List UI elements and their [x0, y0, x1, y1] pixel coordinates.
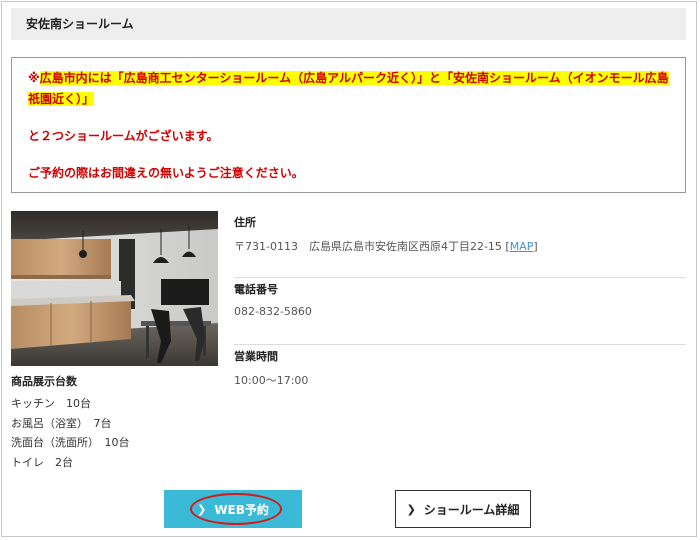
- notice-line-2: と２つショールームがございます。: [28, 129, 219, 143]
- showroom-detail-label: ショールーム詳細: [423, 502, 520, 517]
- display-count-row: キッチン 10台: [11, 394, 218, 414]
- notice-box: ※広島市内には「広島商工センターショールーム（広島アルパーク近く）」と「安佐南シ…: [11, 57, 686, 193]
- web-reserve-label: WEB予約: [214, 502, 269, 517]
- phone-label: 電話番号: [234, 283, 278, 296]
- map-link[interactable]: MAP: [510, 240, 534, 253]
- showroom-photo: [11, 211, 218, 366]
- address-value: 〒731-0113 広島県広島市安佐南区西原4丁目22-15: [234, 240, 502, 253]
- display-item-count: 10台: [104, 436, 130, 449]
- notice-line-3: ご予約の際はお間違えの無いようご注意ください。: [28, 166, 304, 180]
- address-label: 住所: [234, 216, 256, 229]
- notice-mark: ※: [28, 71, 40, 85]
- display-item-name: トイレ: [11, 455, 44, 469]
- display-count-row: お風呂（浴室） 7台: [11, 414, 218, 434]
- display-item-count: 10台: [66, 397, 91, 410]
- display-count-heading: 商品展示台数: [11, 375, 77, 388]
- chevron-right-icon: ❯: [406, 502, 416, 516]
- display-item-count: 2台: [55, 455, 73, 469]
- hours-section: 営業時間 10:00〜17:00: [234, 345, 686, 412]
- showroom-detail-button[interactable]: ❯ ショールーム詳細: [395, 490, 531, 528]
- notice-highlight: 広島市内には「広島商工センターショールーム（広島アルパーク近く）」と「安佐南ショ…: [28, 71, 669, 106]
- display-count-row: 洗面台（洗面所） 10台: [11, 433, 218, 453]
- address-section: 住所 〒731-0113 広島県広島市安佐南区西原4丁目22-15 [MAP]: [234, 211, 686, 278]
- address-value-row: 〒731-0113 広島県広島市安佐南区西原4丁目22-15 [MAP]: [234, 238, 686, 254]
- display-item-count: 7台: [93, 416, 112, 430]
- notice-line-1: ※広島市内には「広島商工センターショールーム（広島アルパーク近く）」と「安佐南シ…: [28, 68, 669, 110]
- hours-label: 営業時間: [234, 350, 278, 363]
- display-item-name: お風呂（浴室）: [11, 416, 83, 430]
- display-count-row: トイレ 2台: [11, 453, 218, 473]
- kitchen-image: [11, 211, 218, 366]
- showroom-details: 住所 〒731-0113 広島県広島市安佐南区西原4丁目22-15 [MAP] …: [234, 211, 686, 412]
- phone-section: 電話番号 082-832-5860: [234, 278, 686, 345]
- display-item-name: 洗面台（洗面所）: [11, 436, 94, 449]
- display-item-name: キッチン: [11, 397, 55, 410]
- web-reserve-button[interactable]: ❯ WEB予約: [164, 490, 302, 528]
- chevron-right-icon: ❯: [197, 502, 207, 516]
- hours-value: 10:00〜17:00: [234, 374, 309, 387]
- page-title: 安佐南ショールーム: [11, 8, 686, 40]
- map-bracket-close: ]: [533, 240, 538, 253]
- display-count-block: 商品展示台数 キッチン 10台 お風呂（浴室） 7台 洗面台（洗面所） 10台 …: [11, 373, 218, 472]
- page-title-text: 安佐南ショールーム: [26, 17, 134, 31]
- phone-value: 082-832-5860: [234, 305, 312, 318]
